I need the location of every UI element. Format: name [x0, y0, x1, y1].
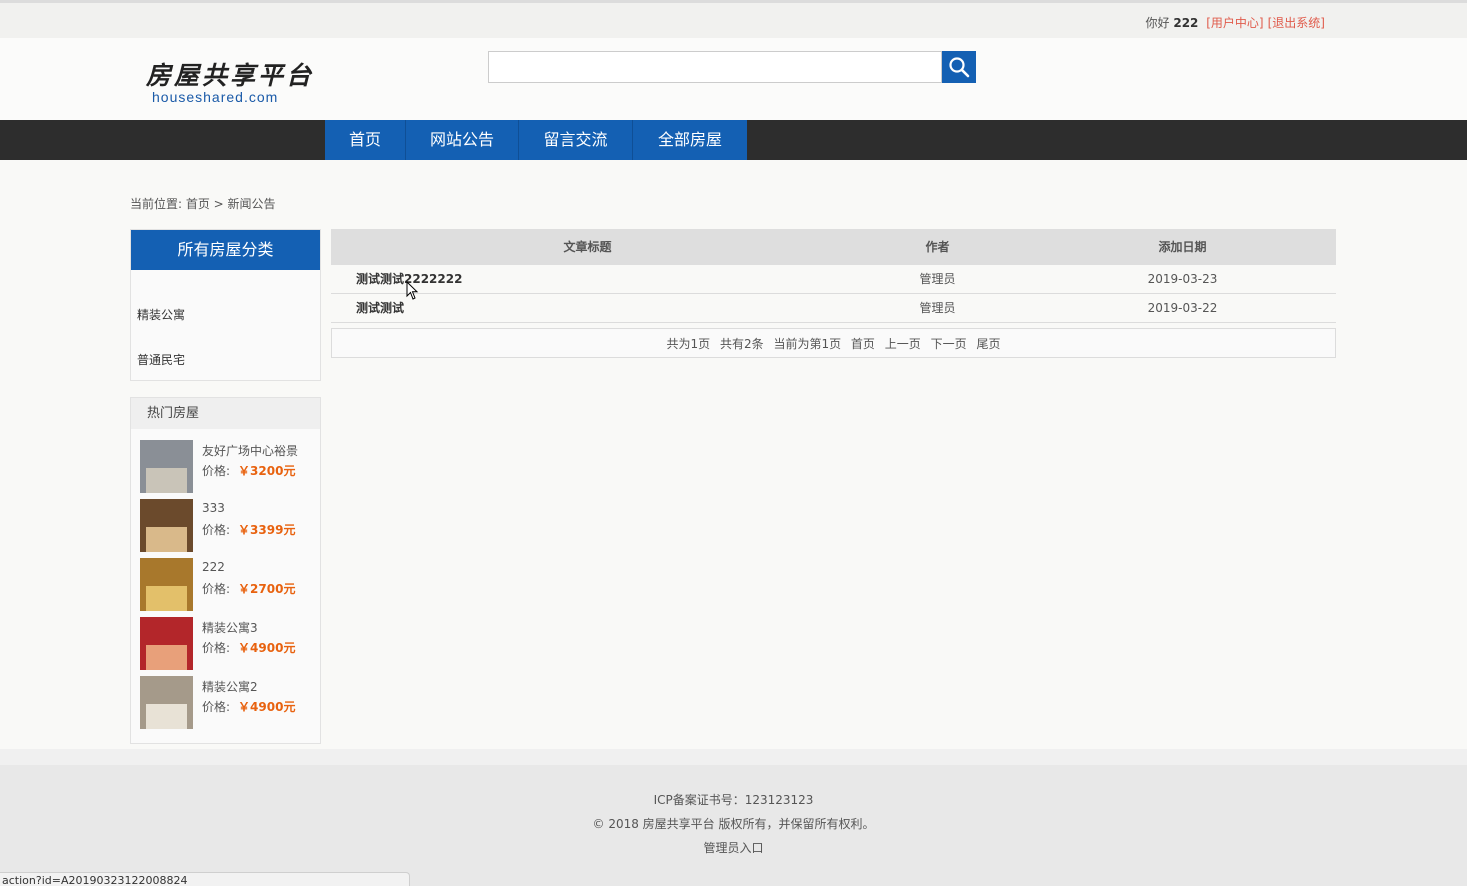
- house-price: 价格: ￥2700元: [202, 582, 296, 596]
- username: 222: [1173, 16, 1199, 30]
- house-name[interactable]: 333: [202, 501, 225, 515]
- hot-house-item[interactable]: 友好广场中心裕景 价格: ￥3200元: [140, 440, 315, 494]
- house-thumbnail[interactable]: [140, 676, 193, 729]
- breadcrumb: 当前位置: 首页 > 新闻公告: [130, 197, 276, 211]
- pager-current: 当前为第1页: [773, 337, 842, 351]
- search-button[interactable]: [942, 51, 976, 83]
- house-name[interactable]: 精装公寓2: [202, 678, 258, 695]
- main-nav: 首页 网站公告 留言交流 全部房屋: [0, 120, 1467, 160]
- pager-next-link[interactable]: 下一页: [931, 337, 967, 351]
- house-price: 价格: ￥4900元: [202, 641, 296, 655]
- house-price: 价格: ￥3399元: [202, 523, 296, 537]
- search-input[interactable]: [488, 51, 942, 83]
- article-date: 2019-03-23: [1147, 272, 1218, 286]
- top-bar: 你好 222 [用户中心] [退出系统]: [0, 0, 1467, 38]
- footer-icp: ICP备案证书号：123123123: [653, 793, 814, 807]
- header-date: 添加日期: [1158, 240, 1207, 254]
- category-item-furnished[interactable]: 精装公寓: [137, 306, 185, 323]
- pager-last-link[interactable]: 尾页: [976, 337, 1000, 351]
- search-icon: [949, 57, 970, 78]
- category-panel: 所有房屋分类 精装公寓 普通民宅: [130, 229, 321, 381]
- table-row: 测试测试2222222 管理员 2019-03-23: [331, 265, 1336, 294]
- pager-prev-link[interactable]: 上一页: [885, 337, 921, 351]
- nav-item-messages[interactable]: 留言交流: [519, 120, 633, 160]
- nav-item-home[interactable]: 首页: [325, 120, 406, 160]
- hot-house-item[interactable]: 222 价格: ￥2700元: [140, 558, 315, 612]
- house-name[interactable]: 友好广场中心裕景: [202, 442, 298, 459]
- announcement-table: 文章标题 作者 添加日期 测试测试2222222 管理员 2019-03-23 …: [331, 229, 1336, 358]
- pagination: 共为1页 共有2条 当前为第1页 首页 上一页 下一页 尾页: [331, 328, 1336, 358]
- pager-first-link[interactable]: 首页: [851, 337, 875, 351]
- site-logo[interactable]: 房屋共享平台 houseshared.com: [146, 56, 314, 105]
- nav-item-all-houses[interactable]: 全部房屋: [633, 120, 747, 160]
- house-price: 价格: ￥3200元: [202, 464, 296, 478]
- logout-link[interactable]: [退出系统]: [1268, 16, 1325, 30]
- house-thumbnail[interactable]: [140, 558, 193, 611]
- browser-status-url: action?id=A20190323122008824: [0, 872, 410, 886]
- category-item-residence[interactable]: 普通民宅: [137, 351, 185, 368]
- house-thumbnail[interactable]: [140, 440, 193, 493]
- house-thumbnail[interactable]: [140, 499, 193, 552]
- pager-total-pages: 共为1页: [666, 337, 711, 351]
- article-date: 2019-03-22: [1147, 301, 1218, 315]
- table-header: 文章标题 作者 添加日期: [331, 229, 1336, 265]
- hot-houses-panel: 热门房屋 友好广场中心裕景 价格: ￥3200元 333 价格: ￥3399元 22…: [130, 397, 321, 744]
- header-title: 文章标题: [563, 240, 612, 254]
- user-center-link[interactable]: [用户中心]: [1206, 16, 1263, 30]
- footer-admin-link[interactable]: 管理员入口: [0, 839, 1467, 856]
- category-title: 所有房屋分类: [131, 230, 320, 270]
- nav-item-announcements[interactable]: 网站公告: [406, 120, 519, 160]
- site-footer: ICP备案证书号：123123123 © 2018 房屋共享平台 版权所有，并保…: [0, 749, 1467, 886]
- pager-total-count: 共有2条: [719, 337, 764, 351]
- header-author: 作者: [925, 240, 950, 254]
- greeting-text: 你好: [1145, 16, 1170, 30]
- article-author: 管理员: [919, 272, 956, 286]
- user-info: 你好 222 [用户中心] [退出系统]: [1146, 14, 1325, 31]
- mouse-cursor-icon: [406, 281, 419, 300]
- hot-houses-title: 热门房屋: [131, 398, 320, 429]
- site-header: 房屋共享平台 houseshared.com: [0, 38, 1467, 120]
- hot-house-item[interactable]: 精装公寓3 价格: ￥4900元: [140, 617, 315, 671]
- house-price: 价格: ￥4900元: [202, 700, 296, 714]
- hot-house-item[interactable]: 333 价格: ￥3399元: [140, 499, 315, 553]
- article-author: 管理员: [919, 301, 956, 315]
- house-name[interactable]: 222: [202, 560, 225, 574]
- table-row: 测试测试 管理员 2019-03-22: [331, 294, 1336, 323]
- footer-copyright: © 2018 房屋共享平台 版权所有，并保留所有权利。: [592, 817, 875, 831]
- house-name[interactable]: 精装公寓3: [202, 619, 258, 636]
- logo-cn-text: 房屋共享平台: [146, 61, 315, 90]
- house-thumbnail[interactable]: [140, 617, 193, 670]
- search-bar: [488, 51, 976, 83]
- hot-house-item[interactable]: 精装公寓2 价格: ￥4900元: [140, 676, 315, 730]
